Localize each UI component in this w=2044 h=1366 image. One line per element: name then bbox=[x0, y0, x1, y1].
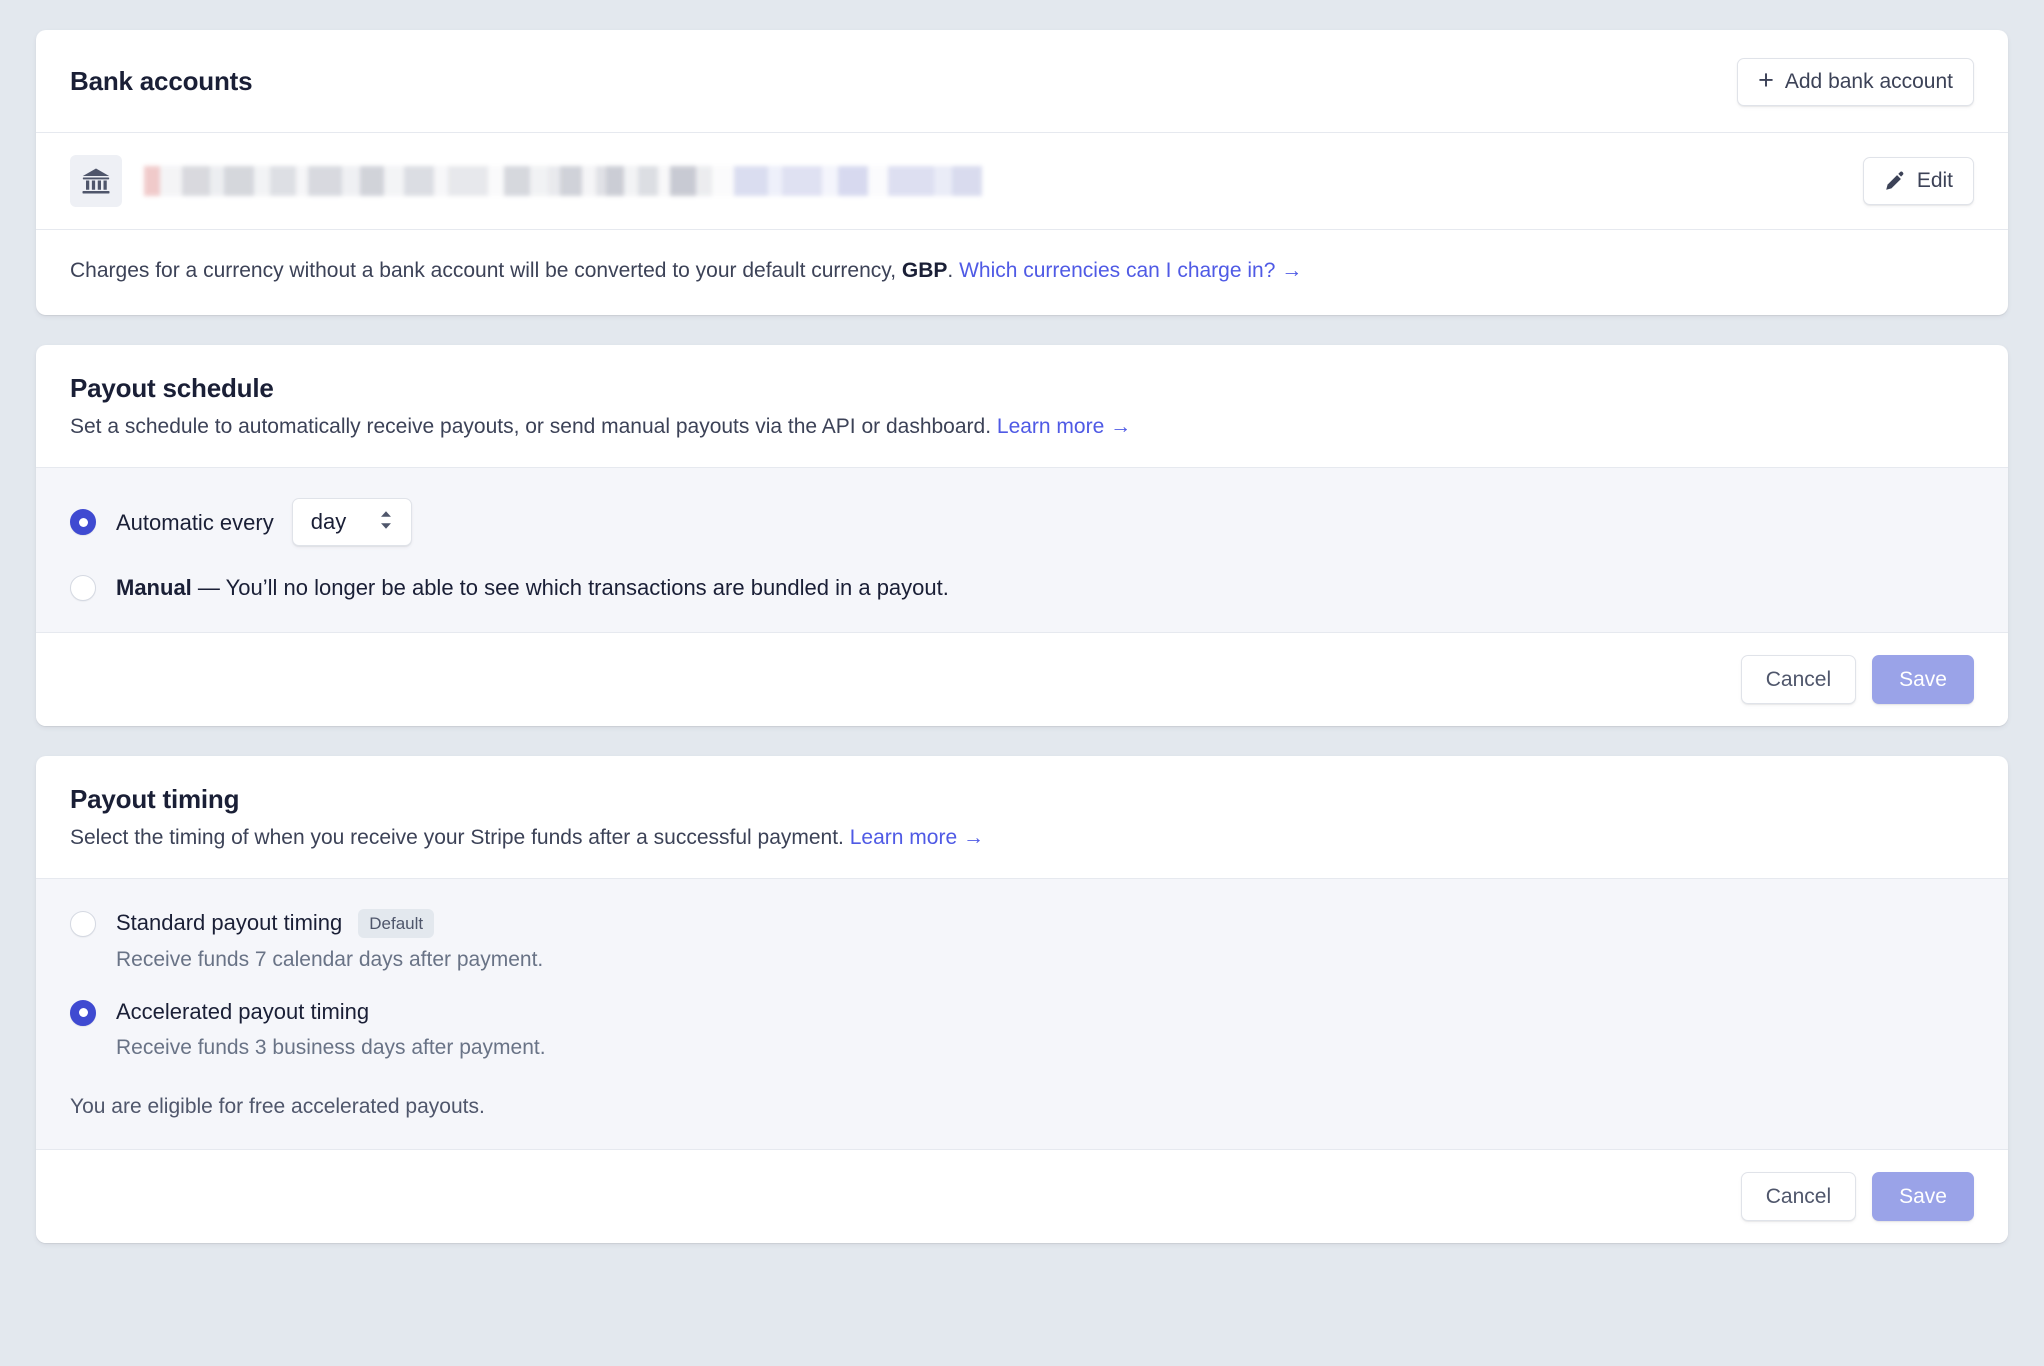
radio-option-manual[interactable]: Manual — You’ll no longer be able to see… bbox=[70, 574, 1974, 602]
learn-more-label: Learn more bbox=[997, 415, 1104, 438]
footnote-suffix: . bbox=[947, 259, 953, 282]
accelerated-timing-header: Accelerated payout timing bbox=[70, 999, 1974, 1025]
default-currency: GBP bbox=[902, 259, 948, 282]
redacted-account-details bbox=[144, 166, 982, 196]
bank-accounts-header: Bank accounts + Add bank account bbox=[36, 30, 2008, 132]
status-badge: Default bbox=[358, 909, 434, 938]
payout-timing-learn-more-link[interactable]: Learn more → bbox=[850, 826, 984, 849]
which-currencies-link[interactable]: Which currencies can I charge in? → bbox=[959, 259, 1302, 282]
edit-label: Edit bbox=[1917, 170, 1953, 191]
standard-timing-header: Standard payout timing Default bbox=[70, 909, 1974, 938]
payout-interval-select[interactable]: day bbox=[292, 498, 412, 546]
radio-manual-label: Manual — You’ll no longer be able to see… bbox=[116, 574, 949, 602]
payout-timing-title: Payout timing bbox=[70, 784, 1974, 815]
chevron-updown-icon bbox=[377, 509, 395, 536]
page-title: Bank accounts bbox=[70, 66, 252, 97]
which-currencies-label: Which currencies can I charge in? bbox=[959, 259, 1275, 282]
accelerated-timing-label: Accelerated payout timing bbox=[116, 999, 369, 1025]
payout-schedule-footer: Cancel Save bbox=[36, 633, 2008, 726]
payout-timing-footer: Cancel Save bbox=[36, 1150, 2008, 1243]
plus-icon: + bbox=[1758, 70, 1774, 92]
bank-account-row: Edit bbox=[36, 133, 2008, 229]
payout-interval-value: day bbox=[311, 511, 346, 533]
add-bank-account-button[interactable]: + Add bank account bbox=[1737, 58, 1974, 106]
learn-more-label: Learn more bbox=[850, 826, 957, 849]
footnote-prefix: Charges for a currency without a bank ac… bbox=[70, 259, 902, 282]
payout-schedule-title: Payout schedule bbox=[70, 373, 1974, 404]
radio-manual-label-rest: — You’ll no longer be able to see which … bbox=[192, 575, 949, 600]
payout-timing-header: Payout timing Select the timing of when … bbox=[36, 756, 2008, 878]
eligibility-note: You are eligible for free accelerated pa… bbox=[70, 1095, 1974, 1119]
standard-timing-subtitle: Receive funds 7 calendar days after paym… bbox=[116, 946, 1974, 973]
radio-option-standard-timing[interactable]: Standard payout timing Default Receive f… bbox=[70, 909, 1974, 973]
payout-schedule-description: Set a schedule to automatically receive … bbox=[70, 413, 1974, 441]
payout-schedule-description-text: Set a schedule to automatically receive … bbox=[70, 415, 991, 438]
payout-schedule-card: Payout schedule Set a schedule to automa… bbox=[36, 345, 2008, 726]
radio-option-accelerated-timing[interactable]: Accelerated payout timing Receive funds … bbox=[70, 999, 1974, 1061]
payout-timing-description-text: Select the timing of when you receive yo… bbox=[70, 826, 844, 849]
arrow-right-icon: → bbox=[1110, 415, 1131, 438]
accelerated-timing-subtitle: Receive funds 3 business days after paym… bbox=[116, 1034, 1974, 1061]
settings-payouts-page: Bank accounts + Add bank account bbox=[0, 0, 2044, 1366]
edit-bank-account-button[interactable]: Edit bbox=[1863, 157, 1974, 205]
standard-timing-label: Standard payout timing bbox=[116, 910, 342, 936]
radio-standard-timing[interactable] bbox=[70, 911, 96, 937]
bank-account-info bbox=[70, 155, 982, 207]
payout-schedule-header: Payout schedule Set a schedule to automa… bbox=[36, 345, 2008, 467]
payout-timing-description: Select the timing of when you receive yo… bbox=[70, 824, 1974, 852]
payout-schedule-save-button[interactable]: Save bbox=[1872, 655, 1974, 704]
payout-timing-card: Payout timing Select the timing of when … bbox=[36, 756, 2008, 1243]
payout-schedule-cancel-button[interactable]: Cancel bbox=[1741, 655, 1856, 704]
arrow-right-icon: → bbox=[963, 826, 984, 849]
radio-manual-label-strong: Manual bbox=[116, 575, 192, 600]
bank-institution-icon bbox=[70, 155, 122, 207]
radio-accelerated-timing[interactable] bbox=[70, 1000, 96, 1026]
payout-timing-options: Standard payout timing Default Receive f… bbox=[36, 878, 2008, 1150]
radio-automatic[interactable] bbox=[70, 509, 96, 535]
payout-schedule-learn-more-link[interactable]: Learn more → bbox=[997, 415, 1131, 438]
currency-footnote: Charges for a currency without a bank ac… bbox=[36, 230, 2008, 315]
radio-automatic-label: Automatic every bbox=[116, 509, 274, 537]
radio-manual[interactable] bbox=[70, 575, 96, 601]
add-bank-account-label: Add bank account bbox=[1785, 71, 1953, 92]
payout-timing-save-button[interactable]: Save bbox=[1872, 1172, 1974, 1221]
pencil-icon bbox=[1884, 170, 1906, 192]
payout-schedule-options: Automatic every day Manual — You’ll no l… bbox=[36, 467, 2008, 633]
bank-accounts-card: Bank accounts + Add bank account bbox=[36, 30, 2008, 315]
payout-timing-cancel-button[interactable]: Cancel bbox=[1741, 1172, 1856, 1221]
radio-option-automatic[interactable]: Automatic every day bbox=[70, 498, 1974, 546]
arrow-right-icon: → bbox=[1281, 259, 1302, 282]
